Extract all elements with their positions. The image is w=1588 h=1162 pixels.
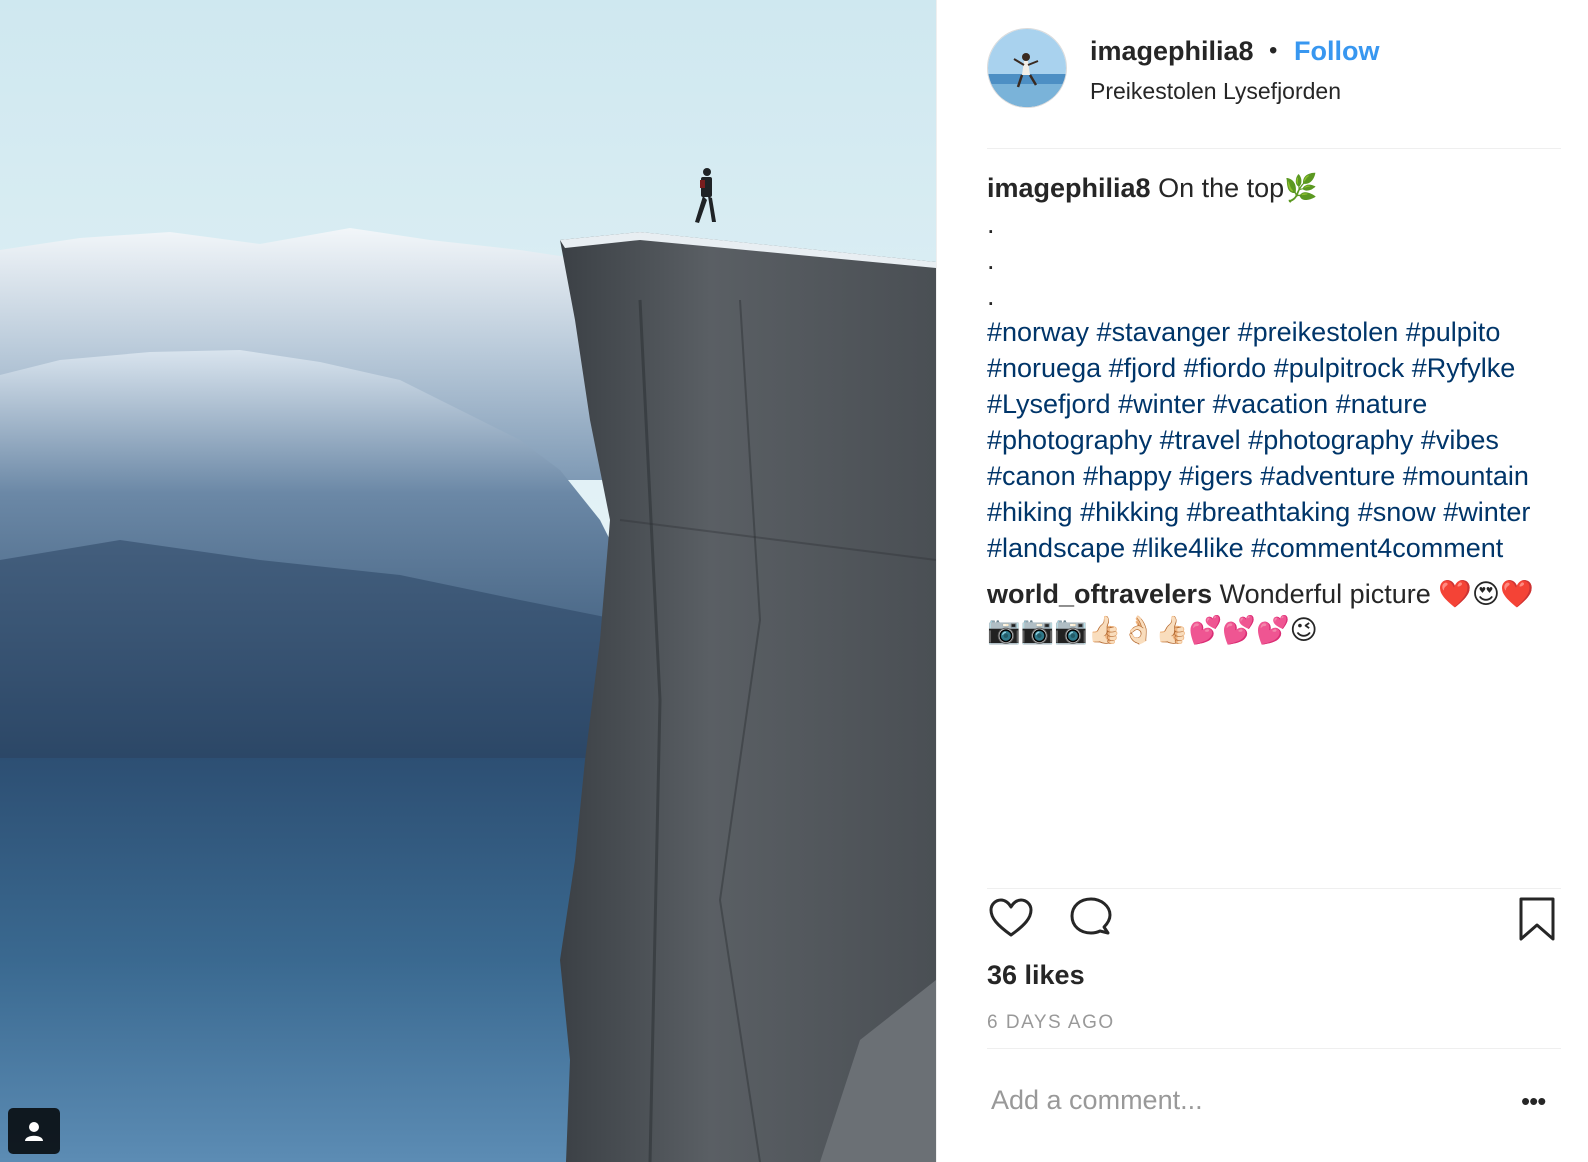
caption-username[interactable]: imagephilia8 [987,173,1151,203]
caption-hashtags[interactable]: #norway #stavanger #preikestolen #pulpit… [987,317,1530,563]
post-photo[interactable] [0,0,936,1162]
post-header: imagephilia8 • Follow Preikestolen Lysef… [987,28,1557,118]
likes-count[interactable]: 36 likes [987,960,1085,991]
caption-block: imagephilia8 On the top🌿 . . . #norway #… [987,170,1567,648]
heart-icon [989,898,1033,937]
post-timestamp[interactable]: 6 DAYS AGO [987,1012,1115,1034]
caption-text: On the top🌿 [1158,173,1318,203]
caption-dot-line: . [987,209,995,239]
more-options-button[interactable]: ••• [1521,1086,1546,1117]
header-divider [987,148,1561,149]
like-button[interactable] [987,895,1035,948]
cliff-photo [0,0,936,1162]
comment-username[interactable]: world_oftravelers [987,579,1212,609]
user-tag-icon [25,1122,43,1141]
post-location[interactable]: Preikestolen Lysefjorden [1090,78,1341,105]
avatar-image [988,29,1066,107]
comment-button[interactable] [1067,895,1115,948]
add-comment-input[interactable]: Add a comment... [991,1085,1203,1116]
separator-dot: • [1269,37,1278,64]
action-bar [987,895,1561,945]
avatar[interactable] [987,28,1067,108]
tagged-users-button[interactable] [8,1108,60,1154]
caption-dot-line: . [987,281,995,311]
post-side-panel: imagephilia8 • Follow Preikestolen Lysef… [936,0,1588,1162]
save-button[interactable] [1513,895,1561,948]
follow-button[interactable]: Follow [1294,36,1379,67]
caption-dot-line: . [987,245,995,275]
bookmark-icon [1519,897,1555,941]
comment-item: world_oftravelers Wonderful picture ❤️😍❤… [987,576,1567,648]
actions-divider [987,888,1561,889]
comment-bubble-icon [1070,897,1112,935]
post-author-username[interactable]: imagephilia8 [1090,36,1254,67]
comment-divider [987,1048,1561,1049]
caption: imagephilia8 On the top🌿 . . . #norway #… [987,170,1567,566]
